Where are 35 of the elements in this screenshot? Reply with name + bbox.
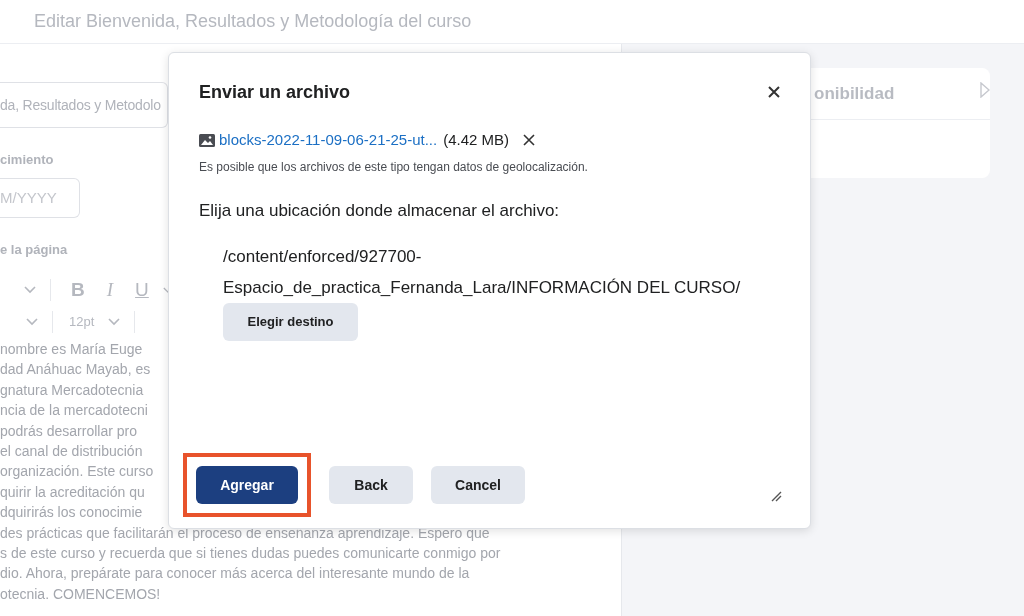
file-size: (4.42 MB) bbox=[443, 130, 510, 150]
destination-path: /content/enforced/927700-Espacio_de_practica_Fernanda_Lara/INFORMACIÓN DEL CURSO/ bbox=[223, 246, 742, 299]
card-heading: onibilidad bbox=[814, 82, 895, 105]
date-label: cimiento bbox=[0, 151, 54, 169]
cancel-button[interactable]: Cancel bbox=[431, 466, 525, 504]
editor-text-line: otecnia. COMENCEMOS! bbox=[0, 584, 161, 604]
chevron-down-icon[interactable] bbox=[26, 318, 38, 326]
editor-text-line: quirir la acreditación qu bbox=[0, 482, 145, 502]
content-label: e la página bbox=[0, 240, 68, 259]
editor-text-line: s de este curso y recuerda que si tienes dudas puedes comunicarte conmigo por bbox=[0, 544, 501, 564]
editor-text-line: dad Anáhuac Mayab, es bbox=[0, 360, 151, 380]
image-icon bbox=[199, 133, 215, 147]
close-icon[interactable] bbox=[768, 86, 780, 98]
dialog-title: Enviar un archivo bbox=[199, 80, 351, 104]
choose-destination-button[interactable]: Elegir destino bbox=[223, 303, 358, 341]
resize-handle-icon[interactable] bbox=[770, 490, 782, 502]
editor-text-line: gnatura Mercadotecnia bbox=[0, 380, 144, 400]
triangle-right-icon[interactable] bbox=[980, 81, 990, 98]
file-link[interactable]: blocks-2022-11-09-06-21-25-ut... bbox=[219, 129, 438, 152]
add-button[interactable]: Agregar bbox=[196, 466, 298, 504]
editor-text-line: organización. Este curso bbox=[0, 462, 154, 482]
date-field[interactable]: M/YYYY bbox=[0, 177, 80, 218]
editor-text-line: dquirirás los conocimie bbox=[0, 503, 143, 523]
chevron-down-icon[interactable] bbox=[24, 286, 36, 294]
geolocation-note: Es posible que los archivos de este tipo tengan datos de geolocalización. bbox=[199, 158, 588, 176]
page-title: Editar Bienvenida, Resultados y Metodología del curso bbox=[34, 10, 472, 33]
editor-text-line: el canal de distribución bbox=[0, 442, 143, 462]
remove-icon[interactable] bbox=[523, 134, 536, 147]
back-button[interactable]: Back bbox=[329, 466, 413, 504]
editor-text-line: ncia de la mercadotecni bbox=[0, 401, 148, 421]
editor-text-line: dio. Ahora, prepárate para conocer más acerca del interesante mundo de la bbox=[0, 564, 470, 584]
editor-text-line: podrás desarrollar pro bbox=[0, 421, 137, 441]
chevron-down-icon[interactable] bbox=[108, 318, 121, 326]
location-prompt: Elija una ubicación donde almacenar el archivo: bbox=[199, 199, 560, 222]
editor-text-line: nombre es María Euge bbox=[0, 340, 143, 359]
